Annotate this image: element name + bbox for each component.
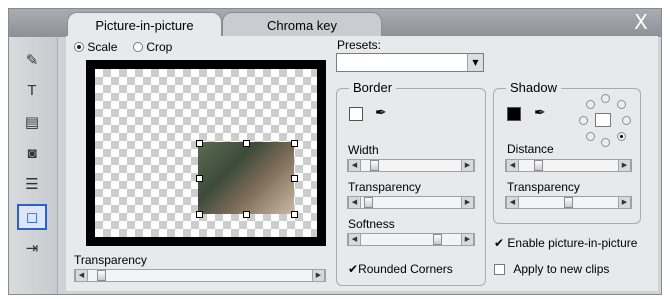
resize-handle[interactable]: [243, 140, 250, 147]
slider-thumb[interactable]: [370, 160, 379, 171]
direction-bottom[interactable]: [601, 138, 610, 147]
direction-top-right[interactable]: [617, 100, 626, 109]
resize-handle[interactable]: [196, 175, 203, 182]
slider-left-arrow[interactable]: ◀: [506, 160, 519, 171]
preview-transparency-label: Transparency: [74, 253, 147, 267]
slider-left-arrow[interactable]: ◀: [348, 197, 361, 208]
stack-icon[interactable]: ☰: [17, 171, 47, 197]
shadow-distance-label: Distance: [507, 142, 554, 156]
border-transparency-slider[interactable]: ◀ ▶: [347, 196, 475, 209]
apply-new-clips-label: Apply to new clips: [513, 262, 610, 276]
direction-left[interactable]: [579, 116, 588, 125]
resize-handle[interactable]: [243, 211, 250, 218]
resize-handle[interactable]: [196, 211, 203, 218]
direction-right[interactable]: [622, 116, 631, 125]
border-width-label: Width: [348, 143, 379, 157]
direction-bottom-right[interactable]: [617, 132, 626, 141]
border-width-slider[interactable]: ◀ ▶: [347, 159, 475, 172]
scale-radio[interactable]: Scale: [74, 40, 117, 54]
slider-right-arrow[interactable]: ▶: [461, 197, 474, 208]
direction-bottom-left[interactable]: [586, 132, 595, 141]
wand-icon[interactable]: ✎: [17, 47, 47, 73]
rounded-corners-checkbox[interactable]: ✔Rounded Corners: [348, 262, 453, 276]
shadow-transparency-label: Transparency: [507, 180, 580, 194]
slider-thumb[interactable]: [534, 160, 543, 171]
slider-thumb[interactable]: [97, 270, 106, 281]
tab-picture-in-picture[interactable]: Picture-in-picture: [67, 12, 222, 37]
tab-chroma-key[interactable]: Chroma key: [222, 12, 382, 37]
slider-right-arrow[interactable]: ▶: [312, 270, 325, 281]
tool-sidebar: ✎ T ▤ ◙ ☰ ◻ ⇥: [9, 37, 58, 294]
slider-thumb[interactable]: [364, 197, 373, 208]
slider-right-arrow[interactable]: ▶: [461, 160, 474, 171]
audio-clip-icon[interactable]: ⇥: [17, 235, 47, 261]
border-group: Border ✒ Width ◀ ▶ Transparency ◀ ▶ Soft…: [336, 80, 486, 286]
checkmark-icon: ✔: [348, 262, 359, 276]
preview-transparency-slider[interactable]: ◀ ▶: [74, 269, 326, 282]
scale-radio-indicator: [74, 42, 84, 52]
slider-right-arrow[interactable]: ▶: [461, 234, 474, 245]
resize-handle[interactable]: [196, 140, 203, 147]
direction-top[interactable]: [601, 94, 610, 103]
slider-left-arrow[interactable]: ◀: [348, 234, 361, 245]
eyedropper-icon[interactable]: ✒: [375, 104, 387, 121]
checkbox-box: [494, 264, 505, 275]
slider-left-arrow[interactable]: ◀: [75, 270, 88, 281]
enable-pip-checkbox[interactable]: ✔ Enable picture-in-picture: [494, 236, 637, 250]
title-bar: Picture-in-picture Chroma key X: [9, 9, 661, 37]
tab-label: Chroma key: [266, 17, 338, 33]
apply-new-clips-checkbox[interactable]: Apply to new clips: [494, 262, 609, 276]
crop-radio[interactable]: Crop: [133, 40, 172, 54]
preview-frame: [86, 60, 326, 246]
checkmark-icon: ✔: [494, 236, 505, 250]
crop-radio-indicator: [133, 42, 143, 52]
shadow-group: Shadow ✒ Distance ◀ ▶ Transparency ◀ ▶: [493, 80, 641, 224]
slider-right-arrow[interactable]: ▶: [618, 197, 631, 208]
slider-right-arrow[interactable]: ▶: [618, 160, 631, 171]
resize-handle[interactable]: [291, 211, 298, 218]
rounded-corners-label: Rounded Corners: [358, 262, 453, 276]
slider-thumb[interactable]: [564, 197, 573, 208]
direction-center-preview: [595, 113, 611, 127]
notes-icon[interactable]: ▤: [17, 109, 47, 135]
border-color-swatch[interactable]: [349, 107, 363, 121]
enable-pip-label: Enable picture-in-picture: [507, 236, 638, 250]
title-icon[interactable]: T: [17, 77, 47, 103]
resize-handle[interactable]: [291, 140, 298, 147]
scale-label: Scale: [87, 40, 118, 54]
slider-thumb[interactable]: [433, 234, 442, 245]
close-button[interactable]: X: [629, 11, 653, 33]
shadow-distance-slider[interactable]: ◀ ▶: [505, 159, 632, 172]
eyedropper-icon[interactable]: ✒: [534, 104, 546, 121]
close-icon: X: [634, 10, 648, 34]
slider-left-arrow[interactable]: ◀: [506, 197, 519, 208]
shadow-transparency-slider[interactable]: ◀ ▶: [505, 196, 632, 209]
chevron-down-icon[interactable]: ▼: [467, 54, 483, 71]
shadow-title: Shadow: [506, 80, 561, 95]
shadow-color-swatch[interactable]: [507, 107, 521, 121]
border-transparency-label: Transparency: [348, 180, 421, 194]
slider-left-arrow[interactable]: ◀: [348, 160, 361, 171]
pip-image[interactable]: [198, 142, 294, 214]
presets-dropdown[interactable]: ▼: [336, 53, 484, 72]
crop-label: Crop: [146, 40, 173, 54]
tab-label: Picture-in-picture: [95, 17, 194, 33]
border-softness-slider[interactable]: ◀ ▶: [347, 233, 475, 246]
border-title: Border: [349, 80, 397, 95]
resize-handle[interactable]: [291, 175, 298, 182]
presets-label: Presets:: [337, 38, 382, 52]
camera-icon[interactable]: ◙: [17, 140, 47, 166]
border-softness-label: Softness: [348, 217, 395, 231]
direction-top-left[interactable]: [586, 100, 595, 109]
pip-icon[interactable]: ◻: [17, 204, 47, 230]
